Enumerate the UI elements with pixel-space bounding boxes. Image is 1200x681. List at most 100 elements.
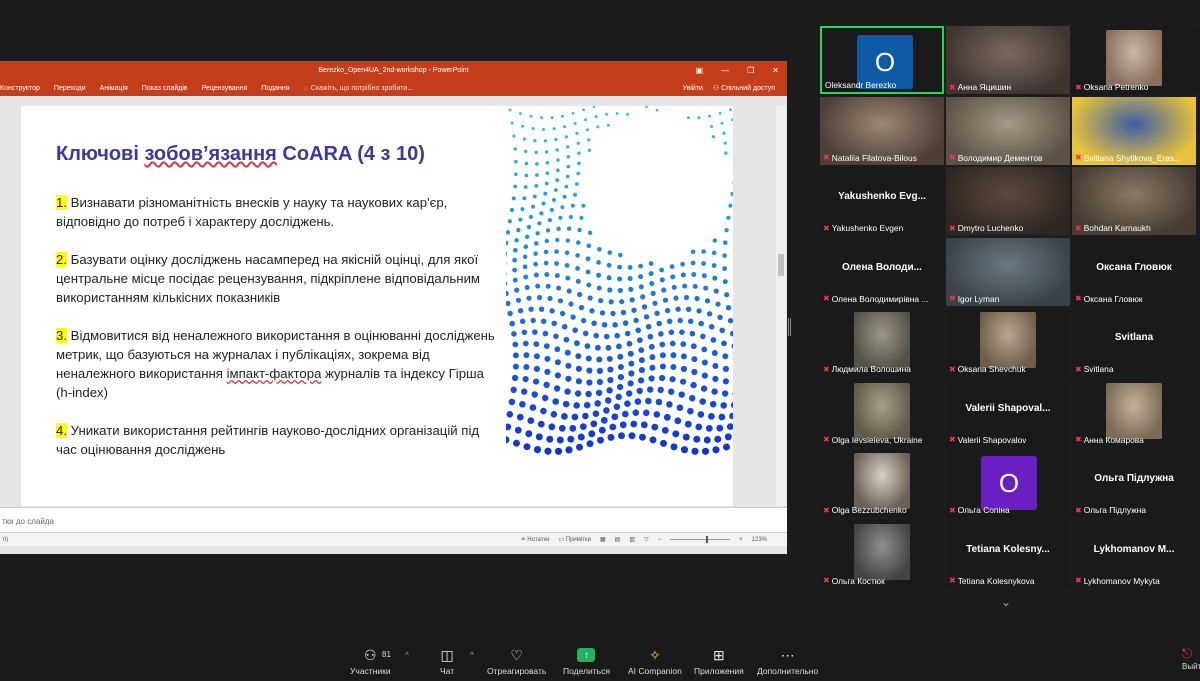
decor-dot — [552, 127, 556, 131]
zoom-out-icon[interactable]: − — [658, 537, 662, 543]
decor-dot — [577, 227, 582, 233]
notes-button[interactable]: ≐ Нотатки — [521, 536, 550, 543]
decor-dot — [618, 252, 623, 258]
participant-tile[interactable]: ✖ Oksana Petrenko — [1072, 26, 1196, 94]
decor-dot — [573, 192, 577, 197]
participant-tile[interactable]: ✖ Igor Lyman — [946, 237, 1070, 306]
participant-tile[interactable]: ✖ Анна Комарова — [1072, 378, 1196, 447]
reading-view-icon[interactable]: ▥ — [629, 536, 635, 543]
share-button[interactable]: ⚇ Спільний доступ — [713, 84, 775, 92]
decor-dot — [701, 261, 706, 266]
decor-dot — [573, 121, 577, 125]
participants-caret-icon[interactable]: ^ — [405, 651, 409, 660]
decor-dot — [559, 310, 566, 317]
item-number: 1. — [56, 195, 67, 210]
muted-mic-icon: ✖ — [1075, 505, 1082, 515]
participant-tile[interactable]: Оксана Гловюк ✖ Оксана Гловюк — [1072, 237, 1196, 306]
participant-tile[interactable]: Valerii Shapoval... ✖ Valerii Shapovalov — [946, 378, 1070, 447]
participant-tile[interactable]: ✖ Svitlana Shytikova_Eras... — [1072, 96, 1196, 165]
close-icon[interactable]: ✕ — [772, 66, 779, 75]
decor-dot — [532, 329, 538, 335]
participant-tile[interactable]: ✖ Володимир Дементов — [946, 96, 1070, 165]
ppt-editing-area: Ключові зобов’язання CoARA (4 з 10) 1. В… — [0, 96, 787, 554]
decor-dot — [645, 397, 652, 405]
tell-me-box[interactable]: ◌ Скажіть, що потрібно зробити... — [304, 85, 414, 92]
zoom-level[interactable]: 123% — [752, 537, 767, 543]
participant-tile[interactable]: ✖ Анна Яцишин — [946, 26, 1070, 94]
participant-tile[interactable]: ✖ Dmytro Luchenko — [946, 167, 1070, 235]
participant-tile[interactable]: Олена Володи... ✖ Олена Володимирівна ... — [820, 237, 944, 306]
sign-in-link[interactable]: Увійти — [683, 85, 703, 92]
sparkle-icon: ✧ — [649, 647, 661, 663]
decor-dot — [577, 433, 585, 441]
decor-dot — [670, 274, 676, 280]
participant-tile[interactable]: Tetiana Kolesny... ✖ Tetiana Kolesnykova — [946, 519, 1070, 588]
tab-transitions[interactable]: Переходи — [54, 85, 86, 92]
decor-dot — [533, 446, 542, 454]
participant-tile[interactable]: Lykhomanov M... ✖ Lykhomanov Mykyta — [1072, 519, 1196, 588]
participant-tile[interactable]: O ✖ Ольга Сопіна — [946, 449, 1070, 517]
scrollbar-thumb[interactable] — [778, 254, 784, 276]
participant-name-tag: ✖ Ольга Сопіна — [949, 505, 1010, 515]
participant-tile[interactable]: Svitlana ✖ Svitlana — [1072, 308, 1196, 376]
participant-tile[interactable]: ✖ Oksana Shevchuk — [946, 308, 1070, 376]
apps-button[interactable]: ⊞ Приложения — [694, 646, 744, 676]
chat-caret-icon[interactable]: ^ — [470, 651, 474, 660]
tab-review[interactable]: Рецензування — [202, 85, 248, 92]
react-button[interactable]: ♡ Отреагировать — [487, 646, 546, 676]
tab-slideshow[interactable]: Показ слайдів — [142, 85, 188, 92]
participant-tile[interactable]: Ольга Підлужна ✖ Ольга Підлужна — [1072, 449, 1196, 517]
decor-dot — [563, 336, 570, 343]
comments-button[interactable]: ▭ Примітки — [558, 536, 591, 543]
display-name-large: Олена Володи... — [842, 261, 922, 273]
chevron-down-icon[interactable]: ⌄ — [1001, 595, 1011, 609]
leave-label: Выйти — [1182, 662, 1200, 671]
decor-dot — [655, 398, 663, 406]
chat-button[interactable]: ◫ Чат — [440, 646, 454, 676]
ai-companion-button[interactable]: ✧ AI Companion — [628, 646, 682, 676]
muted-mic-icon: ✖ — [823, 505, 830, 515]
participant-tile[interactable]: ✖ Nataliia Filatova-Bilous — [820, 96, 944, 165]
decor-dot — [575, 278, 581, 284]
decor-dot — [523, 443, 531, 451]
decor-dot — [724, 151, 728, 155]
tab-design[interactable]: Конструктор — [0, 85, 40, 92]
participant-tile[interactable]: ✖ Людмила Волошина — [820, 308, 944, 376]
notes-pane[interactable]: тки до слайда — [0, 507, 787, 532]
decor-dot — [629, 297, 635, 303]
more-button[interactable]: ⋯ Дополнительно — [757, 646, 818, 676]
minimize-icon[interactable]: — — [721, 66, 729, 75]
participant-tile[interactable]: ✖ Olga Bezzubchenko — [820, 449, 944, 517]
ribbon-display-icon[interactable]: ▣ — [696, 66, 704, 75]
participant-tile[interactable]: Yakushenko Evg... ✖ Yakushenko Evgen — [820, 167, 944, 235]
zoom-in-icon[interactable]: + — [739, 537, 743, 543]
splitter-handle[interactable] — [788, 318, 791, 336]
decor-dot — [571, 413, 579, 421]
participant-tile[interactable]: O Oleksandr Berezko — [820, 26, 944, 94]
decor-dot — [570, 314, 576, 320]
item-number: 3. — [56, 328, 67, 343]
decor-dot — [509, 207, 515, 213]
decor-dot — [638, 284, 644, 290]
participant-tile[interactable]: ✖ Olga Ievsieieva, Ukraine — [820, 378, 944, 447]
sorter-view-icon[interactable]: ▤ — [615, 536, 621, 543]
decor-dot — [506, 251, 508, 256]
tab-view[interactable]: Подання — [261, 85, 289, 92]
participant-tile[interactable]: ✖ Bohdan Karnaukh — [1072, 167, 1196, 235]
leave-button[interactable]: ⎋ Выйти — [1178, 646, 1200, 681]
share-screen-button[interactable]: ↑ Поделиться — [563, 646, 610, 676]
participant-name-tag: ✖ Oksana Shevchuk — [949, 364, 1026, 374]
restore-icon[interactable]: ❐ — [747, 66, 754, 75]
decor-dot — [592, 106, 596, 108]
decor-dot — [521, 388, 528, 395]
normal-view-icon[interactable]: ▦ — [600, 536, 606, 543]
decor-dot — [640, 421, 648, 429]
decor-dot — [517, 308, 524, 314]
tab-animations[interactable]: Анімація — [100, 85, 128, 92]
decor-dot — [724, 292, 730, 298]
slide-scrollbar[interactable] — [776, 106, 786, 506]
zoom-slider[interactable] — [670, 536, 731, 543]
participant-tile[interactable]: ✖ Ольга Костюк — [820, 519, 944, 588]
slideshow-view-icon[interactable]: ▽ — [644, 536, 649, 543]
decor-dot — [511, 196, 516, 201]
